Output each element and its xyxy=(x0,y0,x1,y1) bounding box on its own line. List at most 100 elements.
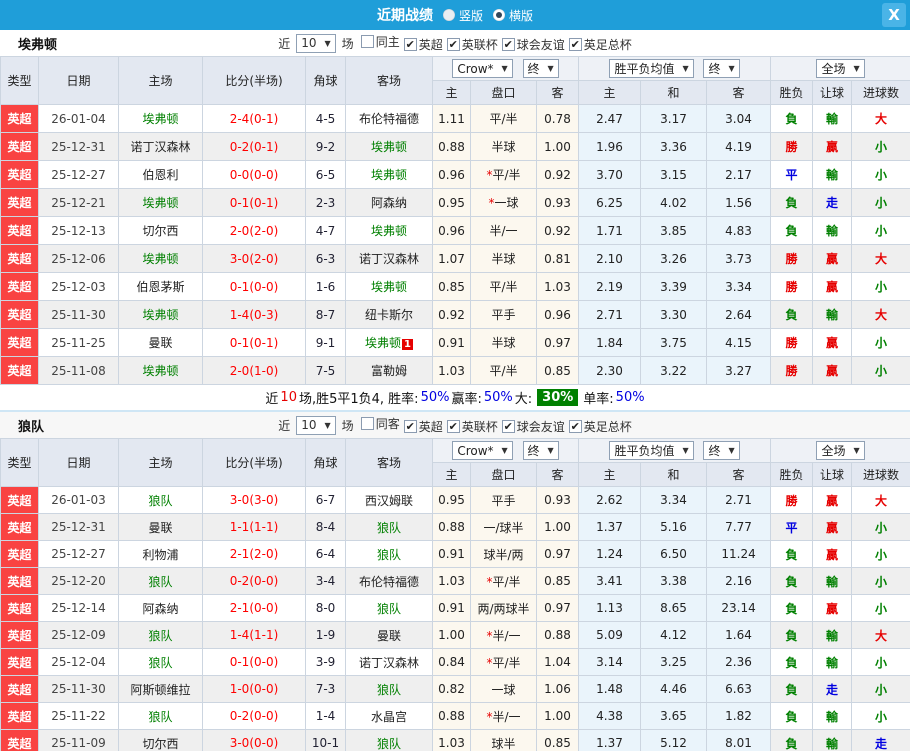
checkbox-unchecked-icon[interactable] xyxy=(360,35,374,48)
team1-match-count-select[interactable]: 10 ▼ xyxy=(296,33,336,53)
competition-checkbox[interactable]: ✔ 英超 xyxy=(403,418,443,435)
home-team: 狼队 xyxy=(118,702,203,730)
score-cell: 2-0(1-0) xyxy=(202,356,306,385)
final-odds-select-2[interactable]: 终 ▼ xyxy=(703,441,740,460)
home-handicap-odds: 0.91 xyxy=(432,328,471,357)
competition-checkbox[interactable]: ✔ 英足总杯 xyxy=(568,418,632,435)
chevron-down-icon: ▼ xyxy=(501,446,508,456)
win-odds: 4.38 xyxy=(578,702,642,730)
sub-header-away-odds: 客 xyxy=(535,80,580,105)
lose-odds: 7.77 xyxy=(706,513,772,541)
goals-result: 小 xyxy=(851,594,910,622)
away-team: 布伦特福德 xyxy=(358,112,419,126)
win-odds: 2.62 xyxy=(578,486,642,514)
corner-score: 8-0 xyxy=(305,594,346,622)
draw-odds: 3.15 xyxy=(640,160,708,189)
checkbox-checked-icon[interactable]: ✔ xyxy=(446,420,460,433)
league-badge: 英超 xyxy=(0,328,39,357)
wdl-result: 勝 xyxy=(770,328,814,357)
radio-selected-icon[interactable] xyxy=(493,9,505,21)
lose-odds: 23.14 xyxy=(706,594,772,622)
checkbox-checked-icon[interactable]: ✔ xyxy=(568,38,582,51)
score-cell: 0-1(0-1) xyxy=(202,188,306,217)
draw-odds: 4.12 xyxy=(640,621,708,649)
home-team: 埃弗顿 xyxy=(118,244,203,273)
competition-checkbox[interactable]: 同客 xyxy=(360,415,400,432)
team2-filter-row: 狼队 近 10 ▼ 场 同客 ✔ 英超 ✔ 英联杯 ✔ 球会友谊 ✔ 英足总杯 xyxy=(0,410,910,438)
draw-odds: 5.16 xyxy=(640,513,708,541)
away-handicap-odds: 0.97 xyxy=(535,328,580,357)
home-team: 狼队 xyxy=(118,621,203,649)
close-button[interactable]: X xyxy=(882,3,906,27)
team2-name: 狼队 xyxy=(18,419,45,435)
wdl-average-select[interactable]: 胜平负均值 ▼ xyxy=(609,441,694,460)
goals-result: 小 xyxy=(851,702,910,730)
wdl-result: 勝 xyxy=(770,132,814,161)
away-team: 狼队 xyxy=(376,682,401,697)
sub-header-goals: 进球数 xyxy=(851,462,910,487)
handicap-line: 半/一 xyxy=(492,628,521,643)
corner-score: 1-6 xyxy=(305,272,346,301)
competition-checkbox[interactable]: ✔ 英足总杯 xyxy=(568,36,632,53)
away-team: 埃弗顿 xyxy=(365,336,402,350)
league-badge: 英超 xyxy=(0,356,39,385)
competition-checkbox[interactable]: ✔ 英超 xyxy=(403,36,443,53)
competition-checkbox[interactable]: ✔ 球会友谊 xyxy=(501,418,565,435)
checkbox-label: 同客 xyxy=(375,417,400,431)
lose-odds: 2.17 xyxy=(706,160,772,189)
checkbox-checked-icon[interactable]: ✔ xyxy=(568,420,582,433)
checkbox-checked-icon[interactable]: ✔ xyxy=(403,420,417,433)
table-row: 英超 25-12-04 狼队 0-1(0-0) 3-9 诺丁汉森林 0.84 *… xyxy=(0,648,910,676)
table-row: 英超 25-11-09 切尔西 3-0(0-0) 10-1 狼队 1.03 球半… xyxy=(0,729,910,751)
competition-checkbox[interactable]: ✔ 英联杯 xyxy=(446,36,498,53)
home-team: 切尔西 xyxy=(118,216,203,245)
col-header-corner: 角球 xyxy=(305,56,346,105)
lose-odds: 1.64 xyxy=(706,621,772,649)
scope-select[interactable]: 全场 ▼ xyxy=(816,59,865,78)
handicap-cell: *半/一 xyxy=(470,621,537,649)
checkbox-checked-icon[interactable]: ✔ xyxy=(501,38,515,51)
col-header-home: 主场 xyxy=(118,56,203,105)
table-row: 英超 25-12-20 狼队 0-2(0-0) 3-4 布伦特福德 1.03 *… xyxy=(0,567,910,595)
odds-source-select[interactable]: Crow* ▼ xyxy=(452,59,513,79)
win-odds: 2.30 xyxy=(578,356,642,385)
wdl-result: 負 xyxy=(770,648,814,676)
goals-result: 大 xyxy=(851,104,910,133)
view-option-horizontal[interactable]: 横版 xyxy=(493,7,533,24)
checkbox-unchecked-icon[interactable] xyxy=(360,417,374,430)
competition-checkbox[interactable]: ✔ 球会友谊 xyxy=(501,36,565,53)
col-header-type: 类型 xyxy=(0,438,39,487)
near-label: 近 xyxy=(278,418,291,433)
home-team: 切尔西 xyxy=(118,729,203,751)
handicap-cell: 一/球半 xyxy=(470,513,537,541)
home-team: 埃弗顿 xyxy=(118,356,203,385)
lose-odds: 4.19 xyxy=(706,132,772,161)
scope-select[interactable]: 全场 ▼ xyxy=(816,441,865,460)
checkbox-checked-icon[interactable]: ✔ xyxy=(446,38,460,51)
away-team: 埃弗顿 xyxy=(370,224,407,238)
league-badge: 英超 xyxy=(0,104,39,133)
match-date: 26-01-03 xyxy=(38,486,119,514)
checkbox-label: 同主 xyxy=(375,35,400,49)
checkbox-checked-icon[interactable]: ✔ xyxy=(501,420,515,433)
odds-source-select[interactable]: Crow* ▼ xyxy=(452,441,513,461)
competition-checkbox[interactable]: 同主 xyxy=(360,33,400,50)
draw-odds: 4.02 xyxy=(640,188,708,217)
table-row: 英超 25-11-30 埃弗顿 1-4(0-3) 8-7 纽卡斯尔 0.92 平… xyxy=(0,300,910,329)
radio-unselected-icon[interactable] xyxy=(442,9,455,21)
away-team: 富勒姆 xyxy=(370,364,407,378)
sub-header-win: 主 xyxy=(578,462,642,487)
final-odds-select[interactable]: 终 ▼ xyxy=(522,440,559,460)
final-odds-select-2[interactable]: 终 ▼ xyxy=(703,59,740,78)
competition-checkbox[interactable]: ✔ 英联杯 xyxy=(446,418,498,435)
summary-win-rate: 50% xyxy=(420,390,450,405)
final-odds-select[interactable]: 终 ▼ xyxy=(522,58,559,78)
ah-result: 輸 xyxy=(812,160,853,189)
wdl-average-select[interactable]: 胜平负均值 ▼ xyxy=(609,59,694,78)
view-option-vertical[interactable]: 竖版 xyxy=(442,7,483,24)
win-odds: 3.14 xyxy=(578,648,642,676)
chevron-down-icon: ▼ xyxy=(853,446,860,455)
table-row: 英超 25-12-06 埃弗顿 3-0(2-0) 6-3 诺丁汉森林 1.07 … xyxy=(0,244,910,273)
checkbox-checked-icon[interactable]: ✔ xyxy=(403,38,417,51)
team2-match-count-select[interactable]: 10 ▼ xyxy=(296,415,336,435)
